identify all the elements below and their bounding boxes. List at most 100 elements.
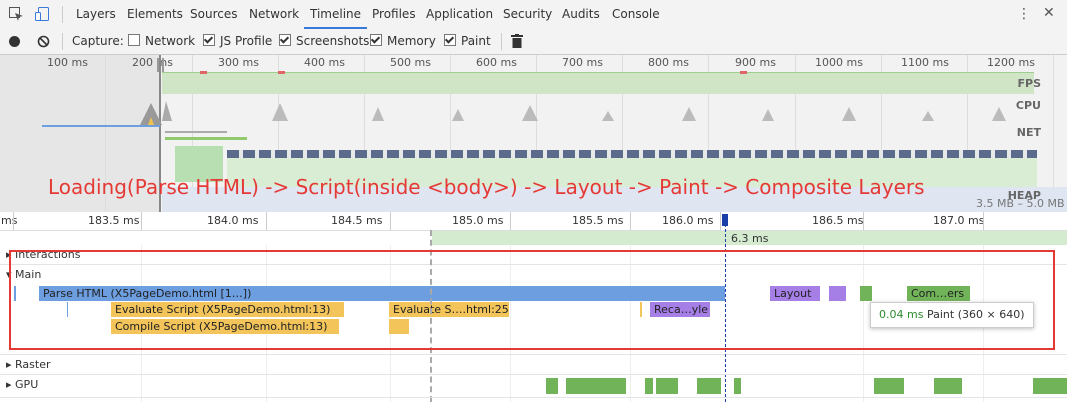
overview-tick-label: 500 ms (390, 56, 431, 69)
ruler-tick (266, 212, 267, 230)
toolbar-divider (501, 33, 502, 50)
heap-range-label: 3.5 MB – 5.0 MB (976, 197, 1065, 210)
network-request-bar (165, 131, 227, 133)
tab-elements[interactable]: Elements (121, 0, 189, 29)
ruler-tick (630, 212, 631, 230)
cpu-graph (162, 101, 1006, 121)
overview-tick-label: 600 ms (476, 56, 517, 69)
js-profile-checkbox[interactable]: JS Profile (203, 33, 272, 50)
ruler-tick-label: 186.0 ms (662, 214, 714, 227)
ruler-tick-label: ms (1, 214, 18, 227)
cpu-spike (140, 103, 162, 125)
overview-tick-label: 800 ms (648, 56, 689, 69)
fps-drop-marker (740, 71, 747, 74)
ruler-tick-label: 187.0 ms (933, 214, 985, 227)
ruler-tick (141, 212, 142, 230)
tab-network[interactable]: Network (243, 0, 305, 29)
gpu-event[interactable] (934, 378, 962, 394)
clear-icon[interactable] (37, 35, 50, 48)
js-profile-checkbox-label: JS Profile (220, 34, 273, 48)
ruler-tick (390, 212, 391, 230)
ruler-tick (13, 212, 14, 230)
checkbox-box[interactable] (370, 34, 382, 46)
gpu-event[interactable] (566, 378, 626, 394)
gpu-row[interactable]: ▸ GPU (0, 375, 1067, 398)
device-toolbar-icon[interactable] (34, 6, 50, 22)
raster-row[interactable]: ▸ Raster (0, 355, 1067, 375)
raster-label-text: Raster (15, 358, 51, 371)
overview-tick-label: 1100 ms (901, 56, 949, 69)
overview-tick-label: 1000 ms (815, 56, 863, 69)
tab-application[interactable]: Application (420, 0, 499, 29)
paint-checkbox[interactable]: Paint (444, 33, 491, 50)
network-request-bar (165, 137, 247, 140)
ruler-tick-label: 183.5 ms (88, 214, 140, 227)
gpu-event[interactable] (697, 378, 721, 394)
screenshot-thumbnails (227, 150, 1037, 158)
tab-sources[interactable]: Sources (184, 0, 243, 29)
memory-checkbox-label: Memory (387, 34, 436, 48)
fps-graph (162, 72, 1034, 94)
toolbar-divider (62, 33, 63, 50)
checkbox-box[interactable] (279, 34, 291, 46)
network-checkbox[interactable]: Network (128, 33, 195, 50)
highlight-box (9, 250, 1055, 350)
devtools-tab-bar: Layers Elements Sources Network Timeline… (0, 0, 1067, 30)
ruler-tick (720, 212, 721, 230)
network-checkbox-label: Network (145, 34, 196, 48)
fps-track-label: FPS (1017, 77, 1042, 90)
gpu-row-label[interactable]: ▸ GPU (6, 378, 38, 391)
close-icon[interactable]: ✕ (1043, 5, 1055, 21)
overview-tick-label: 200 ms (132, 56, 173, 69)
overview-tick-label: 900 ms (735, 56, 776, 69)
capture-label: Capture: (72, 34, 124, 48)
ruler-tick-label: 185.5 ms (572, 214, 624, 227)
more-options-icon[interactable]: ⋮ (1017, 6, 1031, 22)
inspect-element-icon[interactable] (8, 6, 24, 22)
checkbox-box[interactable] (128, 34, 140, 46)
paint-checkbox-label: Paint (461, 34, 491, 48)
ruler-tick (983, 212, 984, 230)
fps-drop-marker (200, 71, 207, 74)
gpu-event[interactable] (645, 378, 653, 394)
timeline-overview[interactable]: 100 ms 200 ms 300 ms 400 ms 500 ms 600 m… (0, 55, 1067, 212)
overview-tick-label: 700 ms (562, 56, 603, 69)
tab-timeline[interactable]: Timeline (304, 0, 368, 29)
gpu-event[interactable] (874, 378, 904, 394)
checkbox-box[interactable] (203, 34, 215, 46)
ruler-tick (863, 212, 864, 230)
net-track-label: NET (1016, 126, 1041, 139)
gpu-event[interactable] (734, 378, 741, 394)
tab-profiles[interactable]: Profiles (366, 0, 422, 29)
raster-row-label[interactable]: ▸ Raster (6, 358, 51, 371)
screenshots-checkbox-label: Screenshots (296, 34, 370, 48)
selection-duration: 6.3 ms (731, 232, 769, 245)
handle-grip[interactable] (157, 58, 159, 72)
toolbar-divider (62, 6, 63, 23)
gpu-event[interactable] (1033, 378, 1067, 394)
overview-tick-label: 100 ms (47, 56, 88, 69)
tab-console[interactable]: Console (606, 0, 666, 29)
overview-tick-label: 300 ms (218, 56, 259, 69)
tab-security[interactable]: Security (497, 0, 558, 29)
gpu-event[interactable] (656, 378, 678, 394)
ruler-tick-label: 184.5 ms (331, 214, 383, 227)
checkbox-box[interactable] (444, 34, 456, 46)
tab-layers[interactable]: Layers (70, 0, 122, 29)
overview-tick-label: 400 ms (304, 56, 345, 69)
ruler-tick-label: 185.0 ms (452, 214, 504, 227)
tab-audits[interactable]: Audits (556, 0, 606, 29)
fps-drop-marker (278, 71, 285, 74)
ruler-tick-label: 186.5 ms (812, 214, 864, 227)
trash-icon[interactable] (511, 34, 523, 48)
capture-toolbar: Capture: Network JS Profile Screenshots … (0, 29, 1067, 55)
handle-grip[interactable] (162, 58, 164, 72)
memory-checkbox[interactable]: Memory (370, 33, 436, 50)
record-icon[interactable] (9, 36, 20, 47)
overview-tick-label: 1200 ms (987, 56, 1035, 69)
gpu-event[interactable] (546, 378, 558, 394)
time-ruler: ms 183.5 ms 184.0 ms 184.5 ms 185.0 ms 1… (0, 212, 1067, 231)
network-request-bar (42, 125, 160, 127)
cpu-track-label: CPU (1015, 99, 1041, 112)
screenshots-checkbox[interactable]: Screenshots (279, 33, 369, 50)
